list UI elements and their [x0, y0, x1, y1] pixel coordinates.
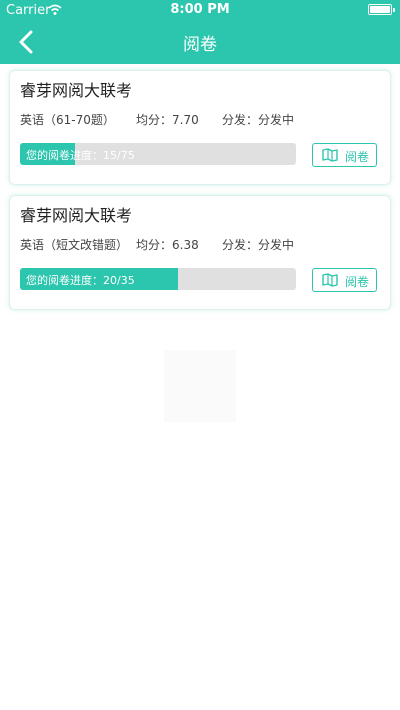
grading-progress-bar: 您的阅卷进度：15/75 — [20, 143, 296, 165]
average-score: 均分：7.70 — [136, 113, 199, 127]
grading-progress-bar: 您的阅卷进度：20/35 — [20, 268, 296, 290]
battery-icon — [368, 4, 395, 15]
exam-card: 睿芽网阅大联考 英语（短文改错题） 均分：6.38 分发：分发中 您的阅卷进度：… — [9, 195, 391, 310]
progress-label: 您的阅卷进度：15/75 — [26, 149, 135, 162]
clock: 8:00 PM — [170, 2, 230, 17]
distribution-status: 分发：分发中 — [222, 238, 295, 252]
app-header: Carrier 8:00 PM 阅卷 — [0, 0, 400, 64]
start-grading-label: 阅卷 — [345, 150, 370, 164]
book-icon — [322, 273, 338, 287]
progress-label: 您的阅卷进度：20/35 — [26, 274, 135, 287]
start-grading-label: 阅卷 — [345, 275, 370, 289]
exam-title: 睿芽网阅大联考 — [20, 81, 133, 100]
status-bar: Carrier 8:00 PM — [0, 0, 400, 20]
distribution-status: 分发：分发中 — [222, 113, 295, 127]
empty-placeholder — [164, 350, 236, 422]
nav-bar: 阅卷 — [0, 20, 400, 64]
exam-card: 睿芽网阅大联考 英语（61-70题） 均分：7.70 分发：分发中 您的阅卷进度… — [9, 70, 391, 185]
start-grading-button[interactable]: 阅卷 — [312, 268, 377, 292]
subject-label: 英语（61-70题） — [20, 113, 115, 127]
page-title: 阅卷 — [183, 35, 217, 55]
start-grading-button[interactable]: 阅卷 — [312, 143, 377, 167]
average-score: 均分：6.38 — [136, 238, 199, 252]
subject-label: 英语（短文改错题） — [20, 238, 129, 252]
book-icon — [322, 148, 338, 162]
exam-title: 睿芽网阅大联考 — [20, 206, 133, 225]
